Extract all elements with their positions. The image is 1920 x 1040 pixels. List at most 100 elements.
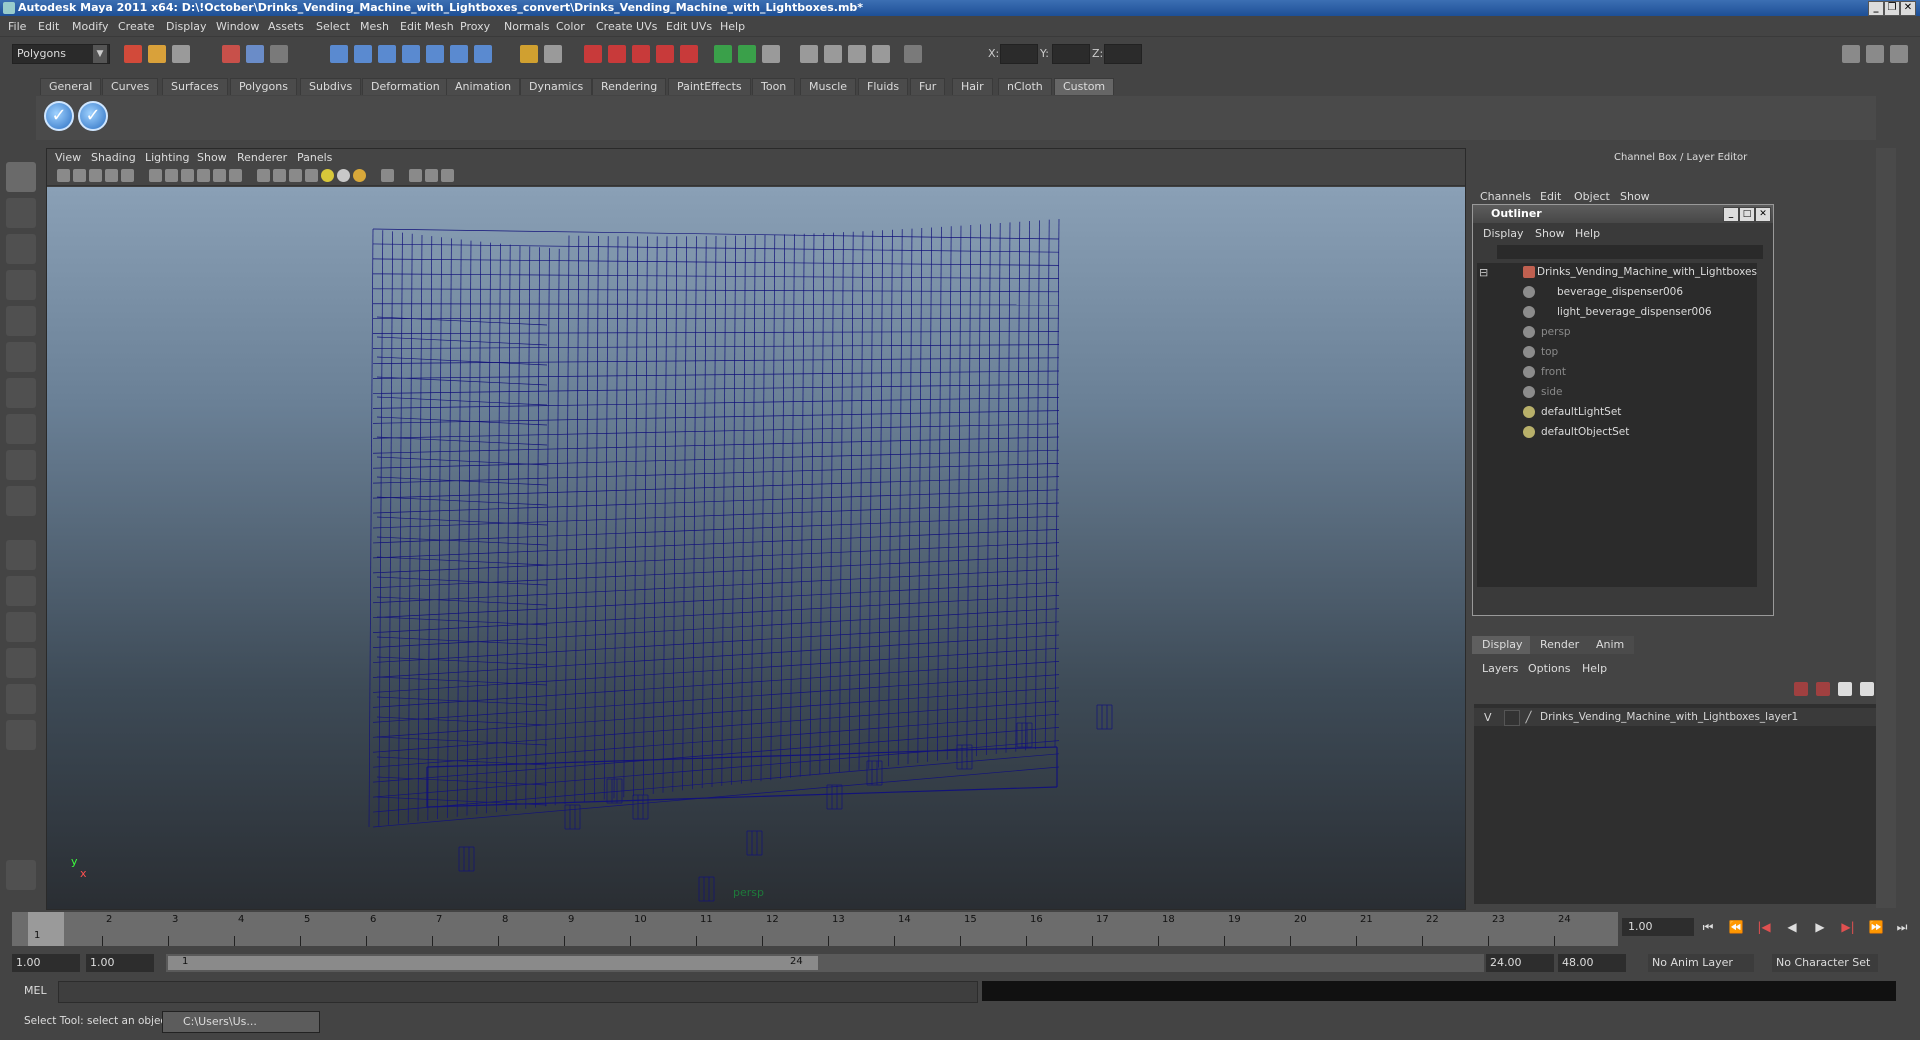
- toggle-channel-box-icon[interactable]: [1890, 45, 1908, 63]
- playback-end-field[interactable]: 24.00: [1486, 954, 1554, 972]
- safe-title-icon[interactable]: [229, 169, 242, 182]
- play-forwards-icon[interactable]: ▶: [1812, 920, 1828, 934]
- check-icon[interactable]: ✓: [44, 101, 74, 131]
- render-view-icon[interactable]: [680, 45, 698, 63]
- layer-menu-help[interactable]: Help: [1582, 662, 1607, 675]
- viewport-menu-lighting[interactable]: Lighting: [145, 151, 189, 164]
- shelf-tab-general[interactable]: General: [40, 78, 102, 95]
- shelf-tab-fur[interactable]: Fur: [910, 78, 946, 95]
- select-by-object-icon[interactable]: [246, 45, 264, 63]
- outliner-vertical-scrollbar[interactable]: [1757, 263, 1769, 587]
- shelf-tab-hair[interactable]: Hair: [952, 78, 993, 95]
- paint-select-tool-icon[interactable]: [6, 234, 36, 264]
- outliner-item-root[interactable]: Drinks_Vending_Machine_with_Lightboxes: [1477, 263, 1757, 281]
- maximize-button[interactable]: ❐: [1884, 1, 1900, 16]
- soft-mod-tool-icon[interactable]: [6, 414, 36, 444]
- menu-proxy[interactable]: Proxy: [460, 20, 490, 33]
- shelf-tab-deformation[interactable]: Deformation: [362, 78, 449, 95]
- hypershade-layout-icon[interactable]: [6, 684, 36, 714]
- universal-manipulator-icon[interactable]: [6, 378, 36, 408]
- save-scene-icon[interactable]: [172, 45, 190, 63]
- shelf-tab-muscle[interactable]: Muscle: [800, 78, 857, 95]
- bookmarks-icon[interactable]: [89, 169, 102, 182]
- step-forward-key-icon[interactable]: ⏩: [1868, 920, 1884, 934]
- shelf-tab-curves[interactable]: Curves: [102, 78, 159, 95]
- snap-grid-icon[interactable]: [330, 45, 348, 63]
- layer-tab-render[interactable]: Render: [1530, 636, 1590, 654]
- shelf-tab-dynamics[interactable]: Dynamics: [520, 78, 593, 95]
- command-input[interactable]: [58, 981, 978, 1003]
- outliner-item-default-object-set[interactable]: defaultObjectSet: [1477, 423, 1757, 441]
- film-gate-icon[interactable]: [149, 169, 162, 182]
- shelf-tab-polygons[interactable]: Polygons: [230, 78, 297, 95]
- z-field[interactable]: [1104, 44, 1142, 64]
- character-set-select[interactable]: No Character Set: [1772, 954, 1878, 972]
- outliner-minimize-button[interactable]: _: [1723, 207, 1739, 222]
- outliner-item-light-beverage-dispenser[interactable]: light_beverage_dispenser006: [1477, 303, 1757, 321]
- playback-start-field[interactable]: 1.00: [86, 954, 154, 972]
- menu-color[interactable]: Color: [556, 20, 585, 33]
- open-scene-icon[interactable]: [148, 45, 166, 63]
- gate-mask-icon[interactable]: [181, 169, 194, 182]
- menu-modify[interactable]: Modify: [72, 20, 108, 33]
- rotate-tool-icon[interactable]: [6, 306, 36, 336]
- move-layer-up-icon[interactable]: [1838, 682, 1852, 696]
- backface-culling-icon[interactable]: [441, 169, 454, 182]
- viewport-menu-renderer[interactable]: Renderer: [237, 151, 287, 164]
- ghost-options-icon[interactable]: [848, 45, 866, 63]
- default-light-icon[interactable]: [353, 169, 366, 182]
- menu-select[interactable]: Select: [316, 20, 350, 33]
- viewport-menu-show[interactable]: Show: [197, 151, 227, 164]
- use-all-lights-icon[interactable]: [321, 169, 334, 182]
- persp-graph-layout-icon[interactable]: [6, 648, 36, 678]
- play-backwards-icon[interactable]: ◀: [1784, 920, 1800, 934]
- snap-view-icon[interactable]: [450, 45, 468, 63]
- show-channel-box-icon[interactable]: [762, 45, 780, 63]
- safe-action-icon[interactable]: [213, 169, 226, 182]
- animation-start-field[interactable]: 1.00: [12, 954, 80, 972]
- shadows-icon[interactable]: [337, 169, 350, 182]
- create-empty-layer-icon[interactable]: [1794, 682, 1808, 696]
- x-field[interactable]: [1000, 44, 1038, 64]
- create-layer-from-selected-icon[interactable]: [1816, 682, 1830, 696]
- menu-file[interactable]: File: [8, 20, 26, 33]
- snap-curve-icon[interactable]: [354, 45, 372, 63]
- shelf-tab-custom[interactable]: Custom: [1054, 78, 1115, 95]
- side-tab-strip[interactable]: [1876, 148, 1896, 908]
- shelf-tab-rendering[interactable]: Rendering: [592, 78, 667, 95]
- outliner-menu-show[interactable]: Show: [1535, 227, 1565, 240]
- layer-playback-toggle[interactable]: [1504, 710, 1520, 726]
- menu-display[interactable]: Display: [166, 20, 207, 33]
- new-scene-icon[interactable]: [124, 45, 142, 63]
- step-back-key-icon[interactable]: ⏪: [1728, 920, 1744, 934]
- isolate-select-icon[interactable]: [381, 169, 394, 182]
- layer-visibility-toggle[interactable]: V: [1484, 711, 1492, 724]
- step-back-frame-icon[interactable]: |◀: [1756, 920, 1772, 934]
- wireframe-on-shaded-icon[interactable]: [289, 169, 302, 182]
- animation-end-field[interactable]: 48.00: [1558, 954, 1626, 972]
- show-attr-editor-icon[interactable]: [714, 45, 732, 63]
- shelf-tab-fluids[interactable]: Fluids: [858, 78, 909, 95]
- layer-color-swatch[interactable]: [1525, 710, 1532, 724]
- outliner-item-beverage-dispenser[interactable]: beverage_dispenser006: [1477, 283, 1757, 301]
- smooth-shade-icon[interactable]: [273, 169, 286, 182]
- shelf-tab-subdivs[interactable]: Subdivs: [300, 78, 362, 95]
- cb-menu-object[interactable]: Object: [1574, 190, 1610, 203]
- close-button[interactable]: ✕: [1900, 1, 1916, 16]
- layer-menu-options[interactable]: Options: [1528, 662, 1570, 675]
- shelf-tab-toon[interactable]: Toon: [752, 78, 796, 95]
- menu-window[interactable]: Window: [216, 20, 259, 33]
- cb-menu-show[interactable]: Show: [1620, 190, 1650, 203]
- current-frame-field[interactable]: 1.00: [1622, 918, 1694, 936]
- render-current-icon[interactable]: [584, 45, 602, 63]
- input-ops-icon[interactable]: [520, 45, 538, 63]
- go-to-start-icon[interactable]: ⏮: [1700, 920, 1716, 934]
- outliner-item-default-light-set[interactable]: defaultLightSet: [1477, 403, 1757, 421]
- menu-edit-mesh[interactable]: Edit Mesh: [400, 20, 454, 33]
- mel-toggle[interactable]: MEL: [24, 984, 47, 997]
- snap-point-icon[interactable]: [378, 45, 396, 63]
- outliner-filter-field[interactable]: [1497, 245, 1763, 259]
- menu-create-uvs[interactable]: Create UVs: [596, 20, 657, 33]
- move-tool-icon[interactable]: [6, 270, 36, 300]
- render-settings-icon[interactable]: [632, 45, 650, 63]
